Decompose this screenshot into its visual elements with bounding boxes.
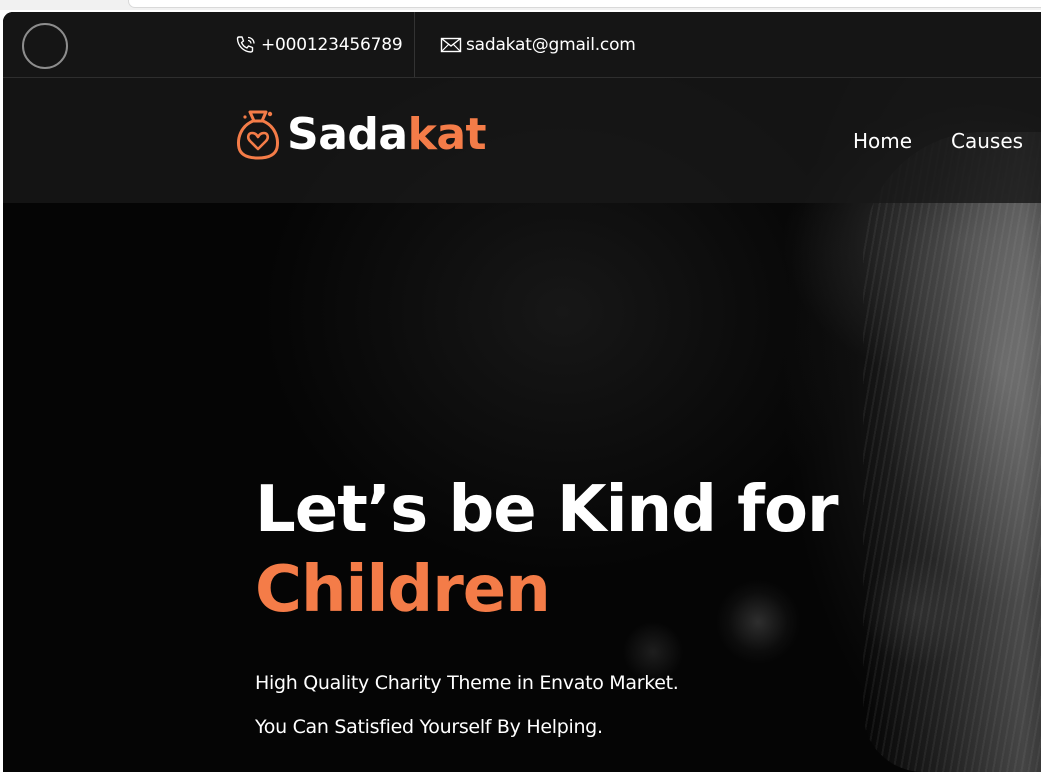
hero-subtext-line1: High Quality Charity Theme in Envato Mar… — [255, 672, 679, 694]
main-navbar: Sadakat Home Causes — [3, 78, 1041, 203]
browser-top-strip — [0, 0, 1041, 10]
email-link[interactable]: sadakat@gmail.com — [440, 12, 636, 77]
email-address: sadakat@gmail.com — [466, 34, 636, 55]
mail-icon — [440, 37, 462, 52]
top-contact-bar: +000123456789 sadakat@gmail.com — [3, 12, 1041, 78]
money-bag-heart-icon — [237, 110, 279, 160]
hero-photo-hair — [863, 132, 1041, 772]
brand-name: Sadakat — [287, 108, 487, 160]
brand-name-part2: kat — [407, 108, 487, 160]
website-viewport: +000123456789 sadakat@gmail.com Sadakat … — [3, 12, 1041, 772]
circle-toggle-button[interactable] — [22, 23, 68, 69]
nav-causes[interactable]: Causes — [951, 78, 1023, 203]
phone-number: +000123456789 — [261, 34, 403, 55]
phone-icon — [236, 35, 255, 53]
nav-home[interactable]: Home — [853, 78, 912, 203]
phone-link[interactable]: +000123456789 — [235, 12, 403, 77]
hero-headline-accent: Children — [255, 553, 551, 627]
address-bar-edge[interactable] — [128, 0, 1041, 8]
hero-headline: Let’s be Kind for Children — [255, 470, 839, 630]
hero-headline-line1: Let’s be Kind for — [255, 473, 839, 547]
brand-name-part1: Sada — [287, 108, 408, 160]
site-logo[interactable]: Sadakat — [235, 108, 487, 160]
topbar-divider — [414, 12, 415, 77]
hero-subtext-line2: You Can Satisfied Yourself By Helping. — [255, 716, 603, 738]
